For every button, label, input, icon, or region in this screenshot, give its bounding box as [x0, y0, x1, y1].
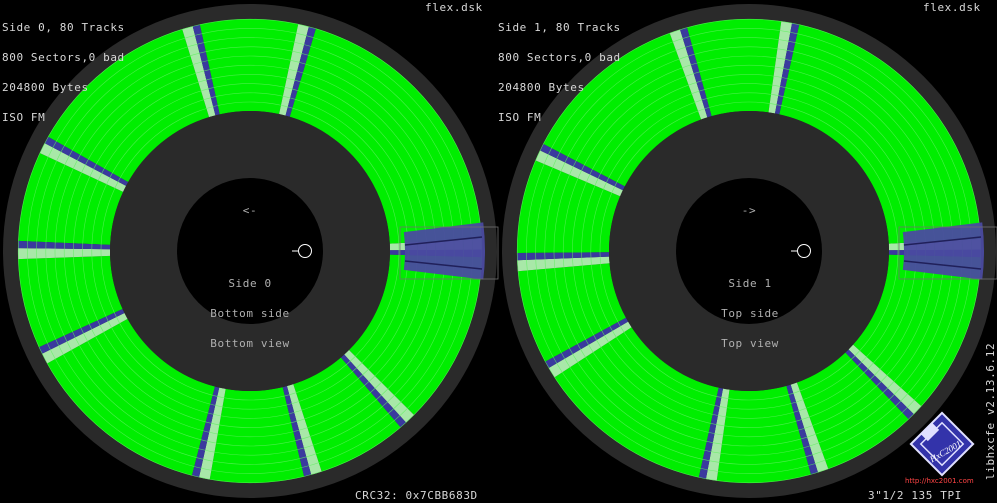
library-version: libhxcfe v2.13.6.12: [984, 342, 997, 480]
index-window: [403, 222, 486, 280]
disk1-side-name: Side 1: [728, 277, 772, 290]
disk0-info-line-bytes: 204800 Bytes: [2, 81, 89, 94]
disk0-filename: flex.dsk: [425, 1, 483, 14]
disk0-center-label: Side 0 Bottom side Bottom view: [190, 259, 310, 359]
crc-label: CRC32: 0x7CBB683D: [355, 489, 478, 502]
drive-info: 3"1/2 135 TPI: [868, 489, 962, 502]
disk1-info-line-encoding: ISO FM: [498, 111, 542, 124]
disk1-info: Side 1, 80 Tracks 800 Sectors,0 bad 2048…: [498, 3, 621, 133]
index-hole-icon: [797, 244, 811, 258]
disk0-side-name: Side 0: [228, 277, 272, 290]
disk0-info-line-sectors: 800 Sectors,0 bad: [2, 51, 125, 64]
disk0-info-line-encoding: ISO FM: [2, 111, 46, 124]
disk1-info-line-tracks: Side 1, 80 Tracks: [498, 21, 621, 34]
disk1-center-label: Side 1 Top side Top view: [690, 259, 810, 359]
disk1-view-desc: Top view: [721, 337, 779, 350]
index-hole-icon: [298, 244, 312, 258]
logo-url: http://hxc2001.com: [905, 477, 974, 485]
disk0-view-desc: Bottom view: [210, 337, 290, 350]
disk1-info-line-bytes: 204800 Bytes: [498, 81, 585, 94]
disk1-info-line-sectors: 800 Sectors,0 bad: [498, 51, 621, 64]
disk0-info-line-tracks: Side 0, 80 Tracks: [2, 21, 125, 34]
index-window: [902, 222, 984, 280]
disk1-filename: flex.dsk: [923, 1, 981, 14]
disk0-info: Side 0, 80 Tracks 800 Sectors,0 bad 2048…: [2, 3, 125, 133]
disk0-side-desc: Bottom side: [210, 307, 290, 320]
disk1-side-desc: Top side: [721, 307, 779, 320]
disk1-direction-arrow: ->: [741, 204, 757, 217]
disk0-direction-arrow: <-: [242, 204, 258, 217]
